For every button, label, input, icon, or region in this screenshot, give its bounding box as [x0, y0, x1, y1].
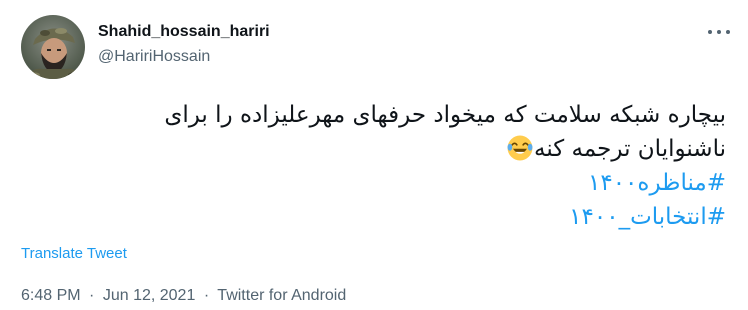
tweet-metadata: 6:48 PM · Jun 12, 2021 · Twitter for And… [21, 287, 346, 305]
avatar[interactable] [21, 15, 85, 79]
translate-tweet-link[interactable]: Translate Tweet [21, 245, 127, 262]
tweet-time[interactable]: 6:48 PM [21, 287, 81, 304]
author-display-name[interactable]: Shahid_hossain_hariri [98, 23, 270, 41]
avatar-photo [21, 15, 85, 79]
tweet-text: بیچاره شبکه سلامت که میخواد حرفهای مهرعل… [26, 98, 726, 234]
more-dot [708, 30, 712, 34]
tweet-text-line-2-words: ناشنوایان ترجمه کنه [534, 136, 726, 162]
tweet-text-line-2: ناشنوایان ترجمه کنه [26, 132, 726, 166]
author-handle[interactable]: @HaririHossain [98, 48, 210, 66]
meta-separator: · [203, 287, 210, 304]
tweet-source[interactable]: Twitter for Android [217, 287, 346, 304]
laughing-tears-emoji-icon [507, 135, 533, 161]
hashtag-link[interactable]: #انتخابات_۱۴۰۰ [26, 200, 726, 234]
more-options-icon[interactable] [708, 26, 730, 38]
more-dot [726, 30, 730, 34]
tweet-date[interactable]: Jun 12, 2021 [103, 287, 196, 304]
tweet-text-line-1: بیچاره شبکه سلامت که میخواد حرفهای مهرعل… [164, 102, 726, 128]
hashtag-link[interactable]: #مناظره۱۴۰۰ [26, 166, 726, 200]
meta-separator: · [89, 287, 95, 304]
more-dot [717, 30, 721, 34]
tweet-card: Shahid_hossain_hariri @HaririHossain بیچ… [0, 0, 748, 310]
